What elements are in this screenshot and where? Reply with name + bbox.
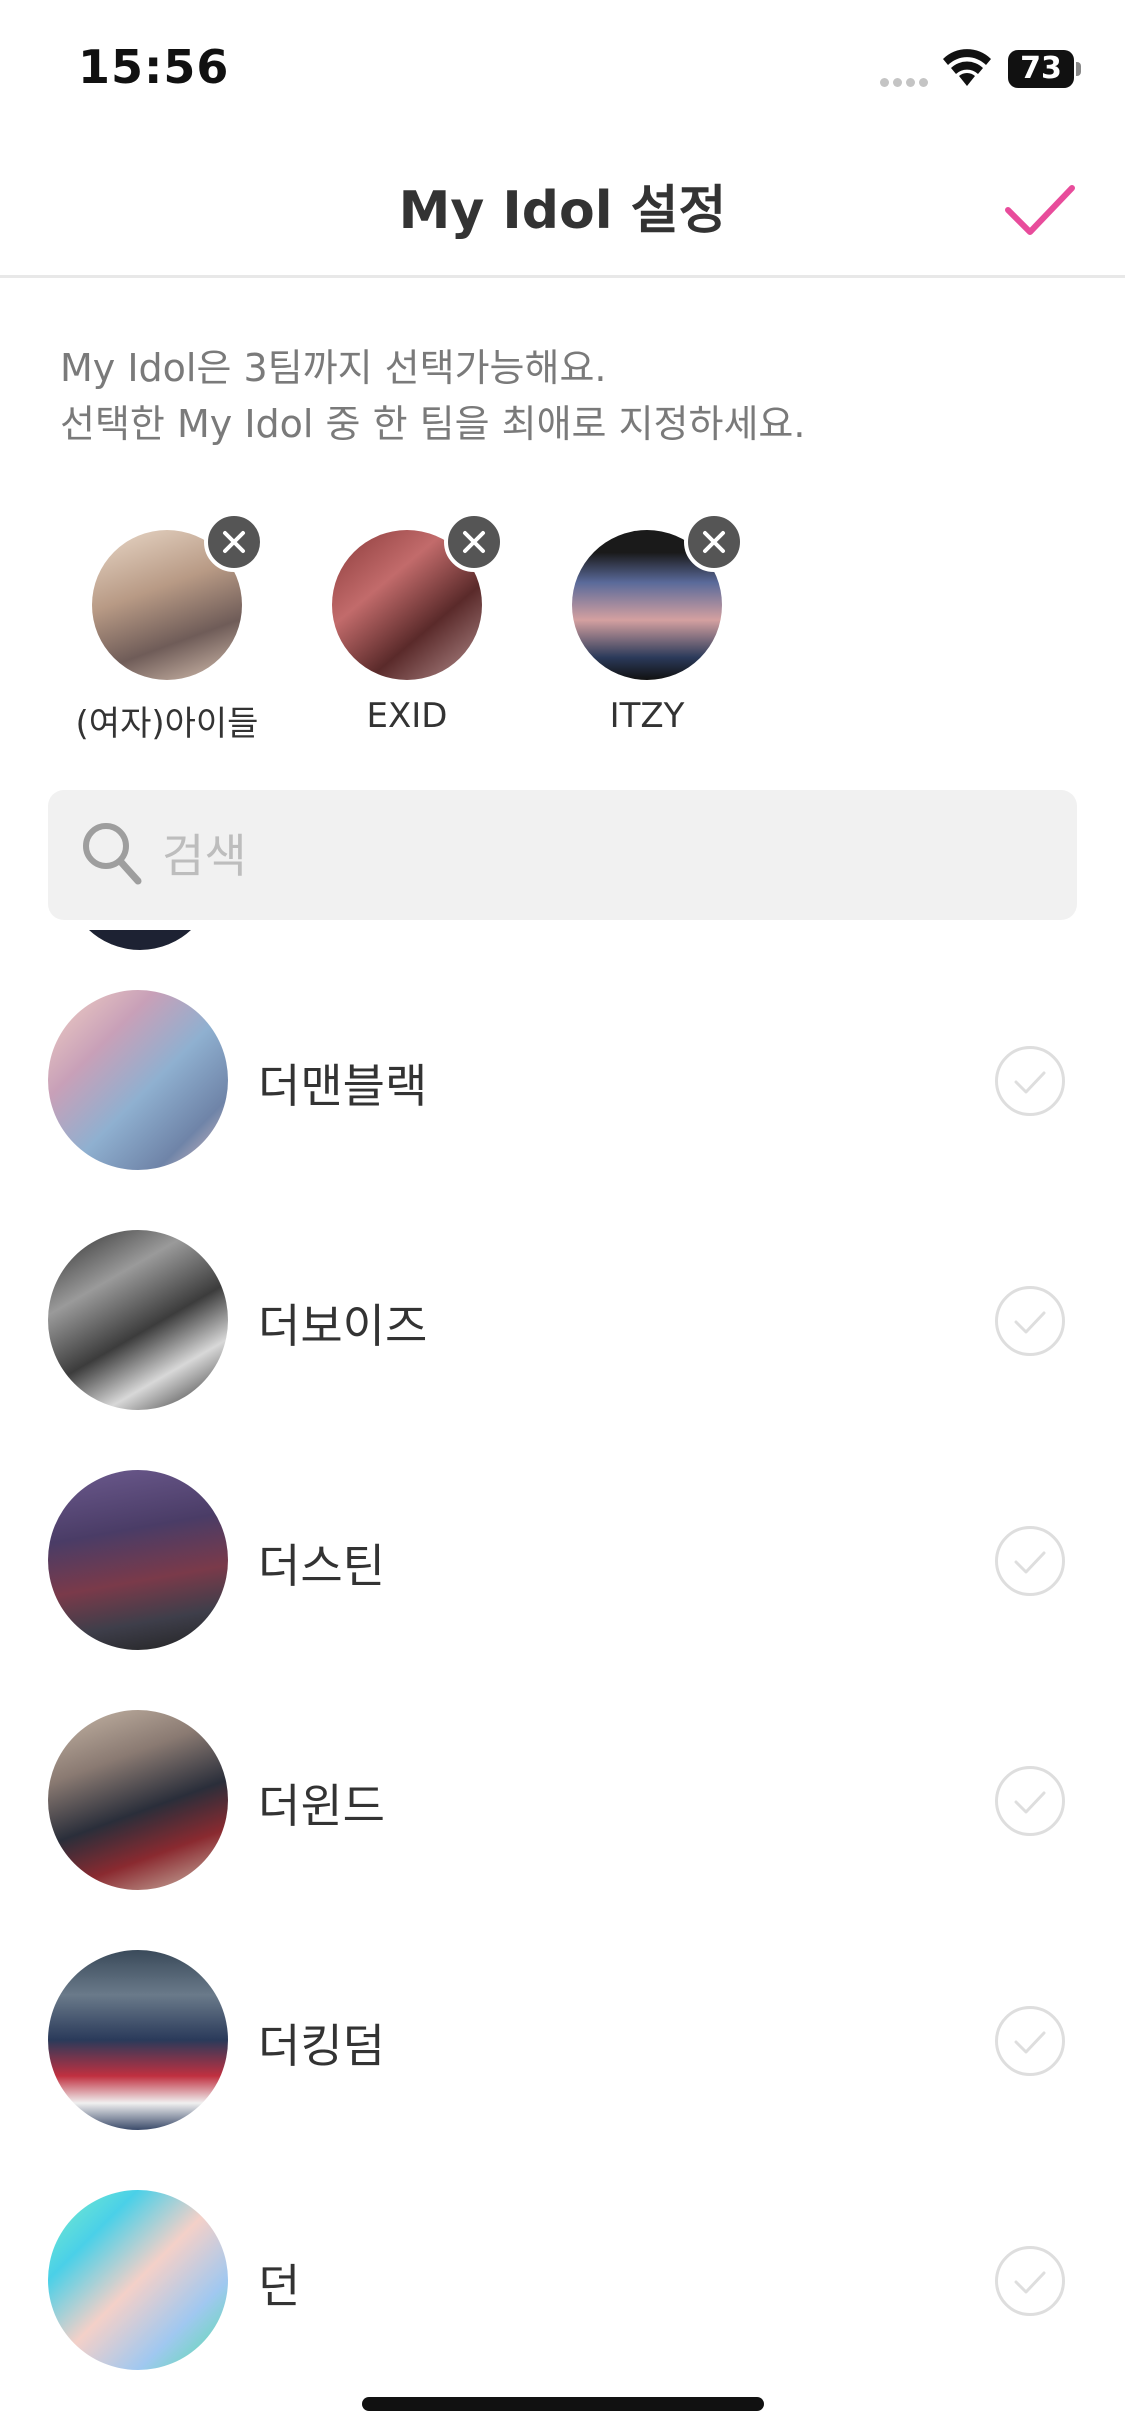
remove-idol-button[interactable] — [204, 512, 264, 572]
confirm-button[interactable] — [1000, 170, 1080, 250]
select-check-button[interactable] — [995, 1526, 1065, 1596]
idol-avatar — [48, 990, 228, 1170]
description-line-2: 선택한 My Idol 중 한 팀을 최애로 지정하세요. — [60, 402, 806, 446]
idol-avatar — [48, 1950, 228, 2130]
selected-idol-label: EXID — [366, 696, 448, 736]
idol-list-item[interactable]: 더윈드 — [0, 1650, 1125, 1890]
select-check-button[interactable] — [995, 1766, 1065, 1836]
close-icon — [463, 531, 485, 553]
status-bar: 15:56 73 — [0, 0, 1125, 140]
idol-list-item[interactable]: 더맨블랙 — [0, 930, 1125, 1170]
idol-list-item[interactable]: 더스틴 — [0, 1410, 1125, 1650]
close-icon — [703, 531, 725, 553]
battery-cap — [1076, 62, 1081, 76]
selection-description: My Idol은 3팀까지 선택가능해요. 선택한 My Idol 중 한 팀을… — [60, 340, 805, 452]
idol-list-item[interactable]: 던 — [0, 2130, 1125, 2370]
close-icon — [223, 531, 245, 553]
idol-list-item[interactable]: 더킹덤 — [0, 1890, 1125, 2130]
page-title: My Idol 설정 — [398, 181, 727, 241]
select-check-button[interactable] — [995, 2006, 1065, 2076]
selected-idol-label: ITZY — [609, 696, 685, 736]
check-icon — [1014, 1311, 1046, 1334]
search-input[interactable] — [160, 790, 1044, 922]
nav-header: My Idol 설정 — [0, 140, 1125, 278]
check-icon — [1014, 1071, 1046, 1094]
battery-icon: 73 — [1008, 50, 1074, 88]
idol-name: 더맨블랙 — [258, 1059, 428, 1113]
check-icon — [1014, 1551, 1046, 1574]
remove-idol-button[interactable] — [444, 512, 504, 572]
selected-idols: (여자)아이들 EXID ITZY — [0, 510, 1125, 750]
idol-list-item[interactable]: 더보이즈 — [0, 1170, 1125, 1410]
idol-name: 더윈드 — [258, 1779, 385, 1833]
idol-list[interactable]: 더맨블랙 더보이즈 더스틴 더윈드 더킹덤 던 — [0, 930, 1125, 2436]
home-indicator[interactable] — [362, 2397, 764, 2411]
cellular-signal-icon — [880, 72, 932, 91]
idol-name: 더킹덤 — [258, 2019, 385, 2073]
select-check-button[interactable] — [995, 2246, 1065, 2316]
check-icon — [1014, 2031, 1046, 2054]
idol-avatar — [48, 1710, 228, 1890]
search-bar — [48, 790, 1077, 922]
idol-name: 더보이즈 — [258, 1299, 428, 1353]
idol-avatar — [48, 1470, 228, 1650]
description-line-1: My Idol은 3팀까지 선택가능해요. — [60, 346, 607, 390]
select-check-button[interactable] — [995, 1286, 1065, 1356]
selected-idol-label: (여자)아이들 — [75, 704, 259, 744]
wifi-icon — [943, 48, 991, 92]
idol-avatar — [48, 2190, 228, 2370]
idol-name: 더스틴 — [258, 1539, 385, 1593]
idol-name: 던 — [258, 2259, 301, 2313]
check-icon — [1014, 1791, 1046, 1814]
check-icon — [1014, 2271, 1046, 2294]
remove-idol-button[interactable] — [684, 512, 744, 572]
select-check-button[interactable] — [995, 1046, 1065, 1116]
status-time: 15:56 — [78, 40, 230, 94]
idol-avatar — [48, 1230, 228, 1410]
checkmark-icon — [1005, 185, 1075, 235]
search-icon — [80, 820, 144, 892]
